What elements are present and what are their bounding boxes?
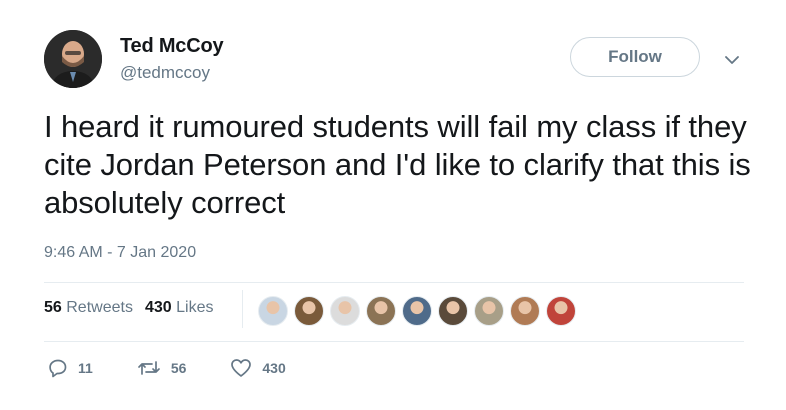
heart-icon xyxy=(231,359,252,377)
retweet-icon xyxy=(137,361,160,375)
like-count: 430 xyxy=(262,360,286,376)
chevron-down-icon xyxy=(725,55,739,64)
retweets-stat[interactable]: 56 Retweets xyxy=(44,299,133,317)
divider xyxy=(44,282,744,283)
likes-stat[interactable]: 430 Likes xyxy=(145,299,214,317)
liker-avatar-1[interactable] xyxy=(258,296,288,326)
tweet-text: I heard it rumoured students will fail m… xyxy=(44,109,751,220)
more-options-chevron-down-icon[interactable] xyxy=(722,50,742,70)
retweets-label: Retweets xyxy=(66,299,133,316)
reply-count: 11 xyxy=(78,360,93,376)
tweet-card: Ted McCoy @tedmccoy Follow I heard it ru… xyxy=(0,0,786,410)
retweet-button[interactable]: 56 xyxy=(137,358,187,378)
liker-avatar-5[interactable] xyxy=(402,296,432,326)
reply-icon xyxy=(49,359,67,378)
like-button[interactable]: 430 xyxy=(230,358,286,378)
liker-avatar-9[interactable] xyxy=(546,296,576,326)
likes-count: 430 xyxy=(144,299,172,316)
retweet-count: 56 xyxy=(170,360,187,376)
reply-button[interactable]: 11 xyxy=(48,358,93,378)
likes-label: Likes xyxy=(176,299,214,316)
liker-avatar-8[interactable] xyxy=(510,296,540,326)
liker-avatar-2[interactable] xyxy=(294,296,324,326)
liker-avatar-4[interactable] xyxy=(366,296,396,326)
display-name[interactable]: Ted McCoy xyxy=(120,35,224,58)
liker-avatar-6[interactable] xyxy=(438,296,468,326)
tweet-actions: 11 56 430 xyxy=(48,358,330,378)
user-avatar[interactable] xyxy=(44,30,102,88)
avatar-icon xyxy=(44,30,102,88)
tweet-timestamp[interactable]: 9:46 AM - 7 Jan 2020 xyxy=(44,244,196,262)
liker-avatar-3[interactable] xyxy=(330,296,360,326)
follow-button[interactable]: Follow xyxy=(570,37,700,77)
tweet-stats: 56 Retweets 430 Likes xyxy=(44,299,225,317)
likers-avatar-list xyxy=(258,296,582,326)
stats-separator xyxy=(242,290,243,328)
liker-avatar-7[interactable] xyxy=(474,296,504,326)
retweets-count: 56 xyxy=(44,299,62,316)
divider xyxy=(44,341,744,342)
user-handle[interactable]: @tedmccoy xyxy=(120,63,210,83)
